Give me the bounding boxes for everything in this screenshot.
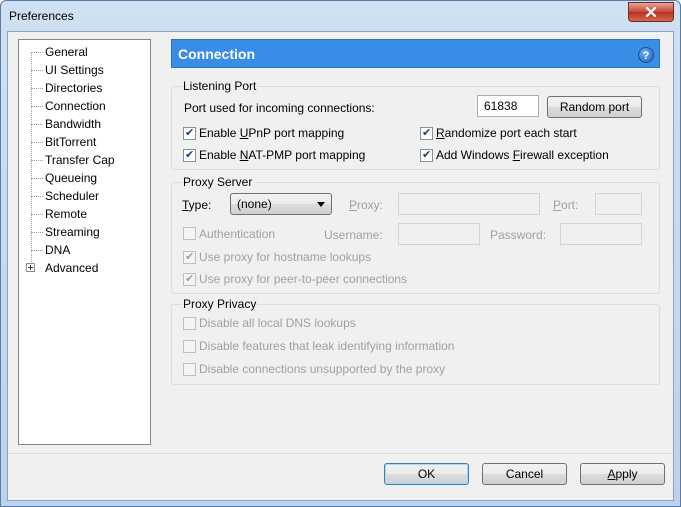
window-title: Preferences — [9, 9, 74, 23]
proxy-host-label: Proxy: — [349, 198, 384, 212]
proxy-host-input[interactable] — [398, 193, 540, 215]
p2p-proxy-label[interactable]: Use proxy for peer-to-peer connections — [199, 272, 407, 286]
proxy-privacy-group: Proxy Privacy Disable all local DNS look… — [171, 297, 660, 385]
expand-plus-icon[interactable] — [26, 263, 35, 272]
tree-item-label: UI Settings — [45, 63, 104, 77]
disable-unsupported-checkbox[interactable] — [183, 363, 196, 376]
hostname-lookups-checkbox[interactable] — [183, 250, 196, 264]
close-button[interactable] — [628, 2, 674, 22]
tree-item-remote[interactable]: Remote — [29, 205, 87, 223]
listening-port-legend: Listening Port — [182, 79, 258, 93]
port-label: Port used for incoming connections: — [184, 101, 375, 115]
tree-item-bittorrent[interactable]: BitTorrent — [29, 133, 96, 151]
firewall-checkbox[interactable] — [420, 148, 433, 162]
tree-item-ui-settings[interactable]: UI Settings — [29, 61, 104, 79]
dropdown-arrow-icon — [317, 202, 325, 207]
tree-item-streaming[interactable]: Streaming — [29, 223, 100, 241]
close-icon — [645, 7, 657, 17]
cancel-button[interactable]: Cancel — [482, 463, 567, 485]
natpmp-label[interactable]: Enable NAT-PMP port mapping — [199, 148, 365, 162]
tree-item-queueing[interactable]: Queueing — [29, 169, 97, 187]
disable-leak-checkbox[interactable] — [183, 340, 196, 353]
proxy-type-select[interactable]: (none) — [230, 193, 332, 215]
tree-item-label: Advanced — [45, 261, 99, 275]
preferences-window: Preferences General UI Settings Director… — [0, 0, 681, 507]
proxy-server-group: Proxy Server Type: (none) Proxy: Port: A… — [171, 175, 660, 294]
tree-item-directories[interactable]: Directories — [29, 79, 102, 97]
tree-item-label: Scheduler — [45, 189, 100, 203]
tree-item-label: BitTorrent — [45, 135, 97, 149]
help-icon[interactable]: ? — [638, 47, 654, 63]
proxy-privacy-legend: Proxy Privacy — [182, 297, 258, 311]
section-title: Connection — [178, 46, 255, 62]
proxy-type-label: Type: — [182, 198, 212, 212]
randomize-port-label[interactable]: Randomize port each start — [436, 126, 577, 140]
disable-leak-label[interactable]: Disable features that leak identifying i… — [199, 339, 454, 353]
tree-item-bandwidth[interactable]: Bandwidth — [29, 115, 101, 133]
disable-dns-checkbox[interactable] — [183, 317, 196, 330]
tree-item-label: DNA — [45, 243, 71, 257]
ok-button[interactable]: OK — [384, 463, 469, 485]
listening-port-group: Listening Port Port used for incoming co… — [171, 79, 660, 170]
tree-item-scheduler[interactable]: Scheduler — [29, 187, 99, 205]
title-bar[interactable]: Preferences — [1, 1, 680, 31]
apply-button[interactable]: Apply — [580, 463, 665, 485]
tree-item-connection[interactable]: Connection — [29, 97, 106, 115]
tree-item-label: General — [45, 45, 88, 59]
password-label: Password: — [490, 228, 547, 242]
port-input[interactable] — [477, 95, 539, 117]
authentication-label[interactable]: Authentication — [199, 227, 275, 241]
tree-item-label: Queueing — [45, 171, 98, 185]
randomize-port-checkbox[interactable] — [420, 126, 433, 140]
tree-item-advanced[interactable]: Advanced — [26, 259, 99, 277]
section-header: Connection ? — [171, 39, 660, 68]
natpmp-checkbox[interactable] — [183, 148, 196, 162]
proxy-port-label: Port: — [553, 198, 579, 212]
tree-item-label: Remote — [45, 207, 88, 221]
tree-item-label: Directories — [45, 81, 103, 95]
authentication-checkbox[interactable] — [183, 227, 196, 240]
proxy-type-value: (none) — [237, 197, 272, 211]
proxy-port-input[interactable] — [595, 193, 642, 215]
disable-dns-label[interactable]: Disable all local DNS lookups — [199, 316, 356, 330]
button-separator — [8, 453, 673, 454]
upnp-label[interactable]: Enable UPnP port mapping — [199, 126, 344, 140]
username-label: Username: — [324, 228, 383, 242]
category-tree[interactable]: General UI Settings Directories Connecti… — [18, 39, 151, 445]
tree-item-label: Transfer Cap — [45, 153, 115, 167]
tree-item-label: Streaming — [45, 225, 100, 239]
tree-item-label: Bandwidth — [45, 117, 102, 131]
proxy-server-legend: Proxy Server — [182, 175, 254, 189]
username-input[interactable] — [398, 223, 480, 245]
firewall-label[interactable]: Add Windows Firewall exception — [436, 148, 609, 162]
tree-item-general[interactable]: General — [29, 43, 88, 61]
p2p-proxy-checkbox[interactable] — [183, 272, 196, 286]
random-port-button[interactable]: Random port — [547, 96, 642, 118]
tree-item-dna[interactable]: DNA — [29, 241, 70, 259]
tree-item-label: Connection — [45, 99, 106, 113]
hostname-lookups-label[interactable]: Use proxy for hostname lookups — [199, 250, 371, 264]
upnp-checkbox[interactable] — [183, 126, 196, 140]
password-input[interactable] — [560, 223, 642, 245]
tree-item-transfer-cap[interactable]: Transfer Cap — [29, 151, 115, 169]
dialog-client-area: General UI Settings Directories Connecti… — [7, 31, 674, 501]
disable-unsupported-label[interactable]: Disable connections unsupported by the p… — [199, 362, 445, 376]
